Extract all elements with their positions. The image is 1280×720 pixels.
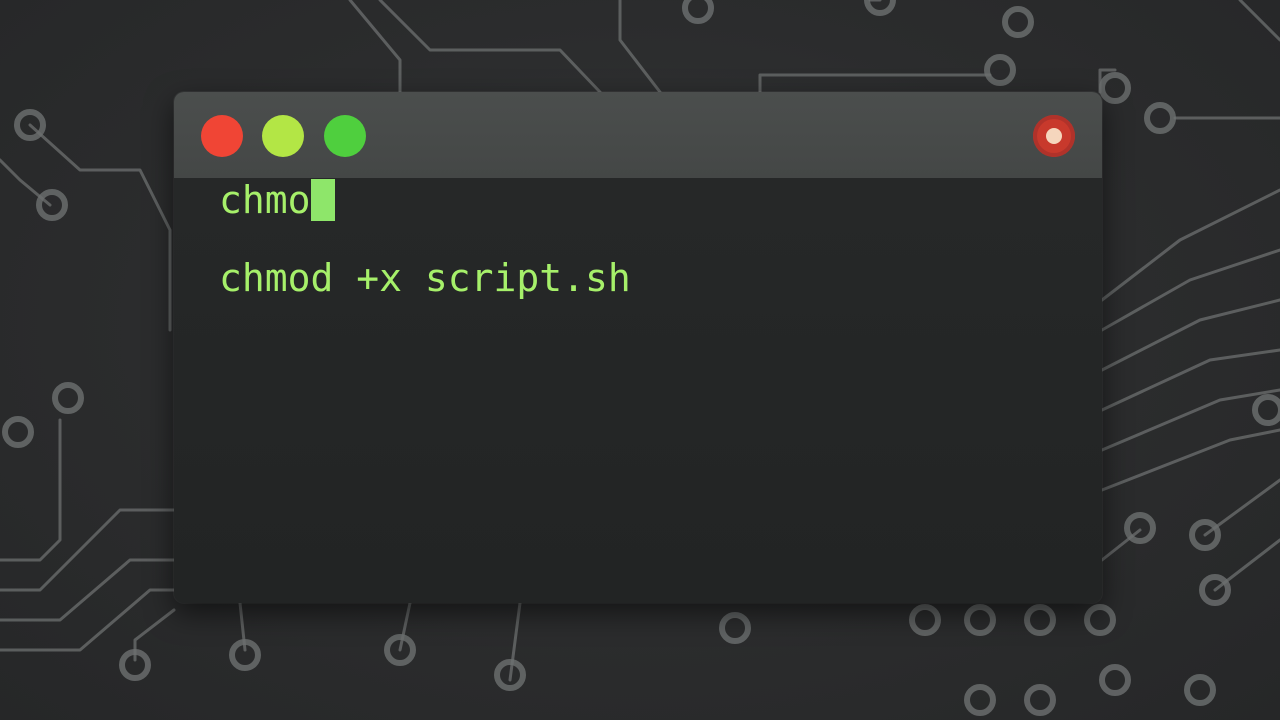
record-icon[interactable]: [1033, 115, 1075, 157]
desktop-background: chmo chmod +x script.sh: [0, 0, 1280, 720]
terminal-command-text: chmod +x script.sh: [219, 256, 631, 300]
minimize-dot-icon[interactable]: [262, 115, 304, 157]
terminal-body[interactable]: chmo chmod +x script.sh: [174, 178, 1102, 603]
terminal-line-input: chmo: [219, 178, 335, 222]
terminal-input-text: chmo: [219, 178, 311, 222]
cursor-block: [310, 179, 335, 221]
record-dot: [1046, 128, 1062, 144]
close-dot-icon[interactable]: [201, 115, 243, 157]
terminal-window[interactable]: chmo chmod +x script.sh: [174, 92, 1102, 603]
terminal-line-output: chmod +x script.sh: [219, 256, 631, 300]
title-bar[interactable]: [174, 92, 1102, 179]
zoom-dot-icon[interactable]: [324, 115, 366, 157]
